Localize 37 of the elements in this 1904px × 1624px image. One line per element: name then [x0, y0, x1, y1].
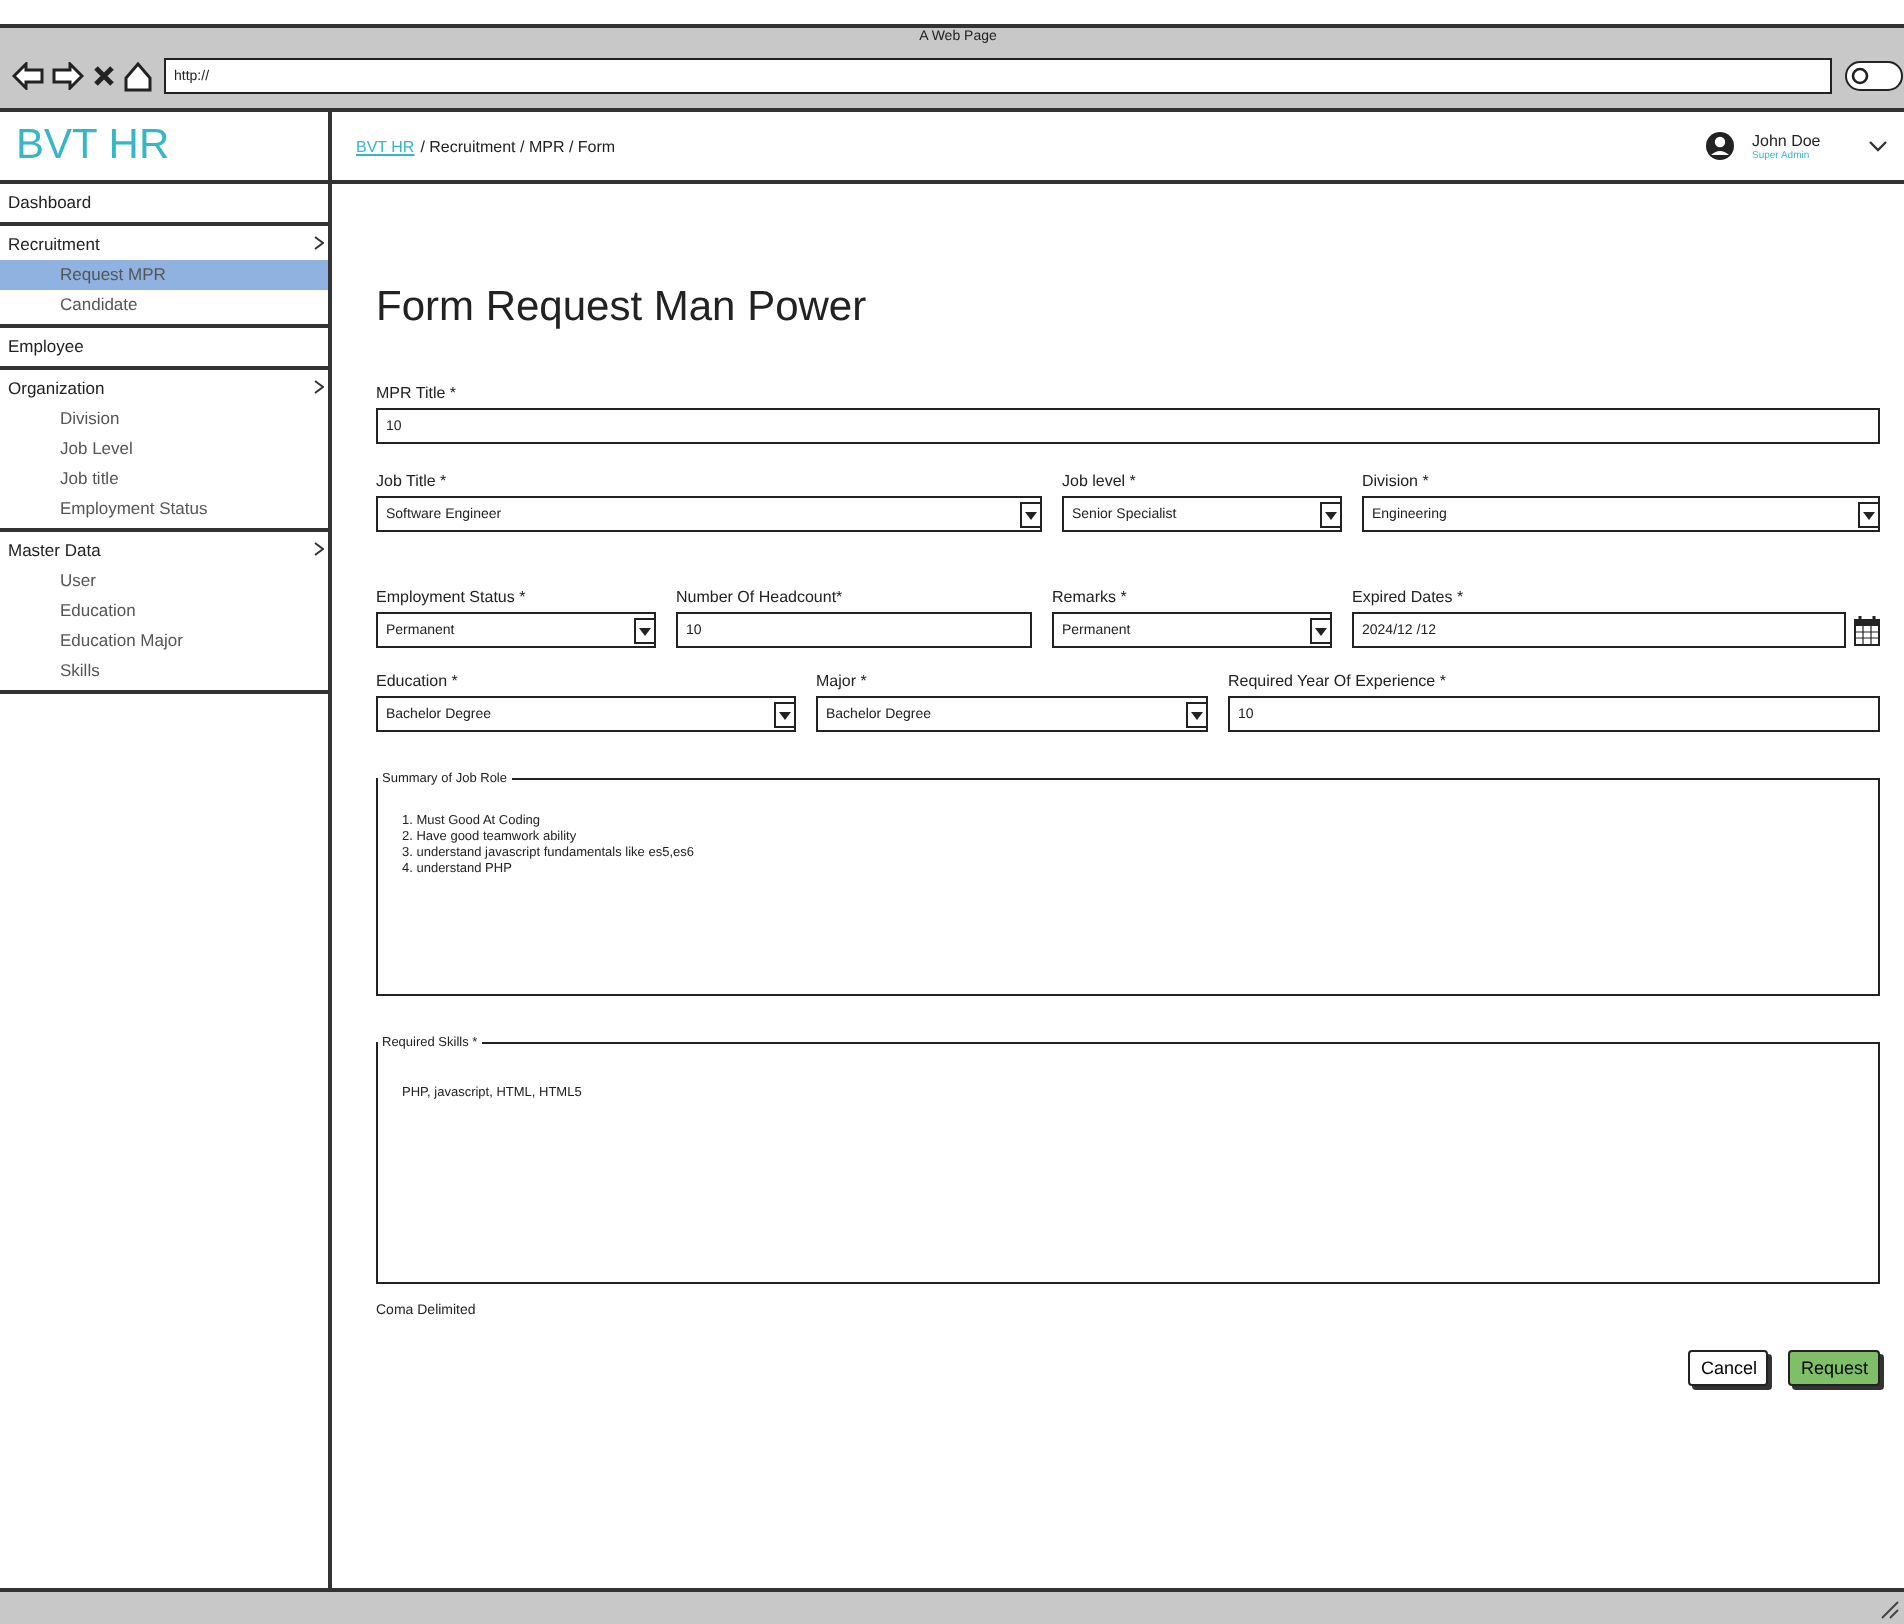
sidebar-item[interactable]: User: [0, 566, 328, 596]
field-label: MPR Title *: [376, 384, 459, 402]
request-button[interactable]: Request: [1788, 1350, 1880, 1386]
form-title: Form Request Man Power: [376, 284, 869, 332]
chevron-down-icon[interactable]: [1868, 140, 1888, 152]
field-label: Job level *: [1062, 472, 1138, 490]
user-name: John Doe: [1752, 131, 1823, 149]
sidebar-item[interactable]: Employment Status: [0, 494, 328, 524]
chevron-right-icon: [314, 542, 324, 556]
field-label: Expired Dates *: [1352, 588, 1466, 606]
back-icon[interactable]: [12, 62, 44, 90]
field-label: Required Year Of Experience *: [1228, 672, 1448, 690]
user-avatar-icon: [1704, 130, 1736, 162]
sidebar-item[interactable]: Job Level: [0, 434, 328, 464]
field-label: Education *: [376, 672, 460, 690]
chevron-right-icon: [314, 380, 324, 394]
sidebar-item[interactable]: Job title: [0, 464, 328, 494]
field-label: Division *: [1362, 472, 1431, 490]
sidebar-item[interactable]: Skills: [0, 656, 328, 686]
app-logo: BVT HR: [16, 122, 170, 170]
close-icon[interactable]: [92, 64, 116, 88]
sidebar-item[interactable]: Candidate: [0, 290, 328, 320]
sidebar-item[interactable]: Education Major: [0, 626, 328, 656]
resize-grip-icon: [1880, 1600, 1900, 1620]
breadcrumb-text: / Recruitment / MPR / Form: [420, 137, 616, 155]
field-label: Employment Status *: [376, 588, 528, 606]
sidebar-item[interactable]: Education: [0, 596, 328, 626]
field-label: Job Title *: [376, 472, 449, 490]
field-label: Major *: [816, 672, 869, 690]
field-label: Remarks *: [1052, 588, 1129, 606]
cancel-button[interactable]: Cancel: [1688, 1350, 1769, 1386]
field-label: Number Of Headcount*: [676, 588, 845, 606]
forward-icon[interactable]: [52, 62, 84, 90]
sidebar-item[interactable]: Division: [0, 404, 328, 434]
calendar-icon[interactable]: [1854, 615, 1880, 645]
chevron-right-icon: [314, 236, 324, 250]
home-icon[interactable]: [124, 61, 152, 91]
